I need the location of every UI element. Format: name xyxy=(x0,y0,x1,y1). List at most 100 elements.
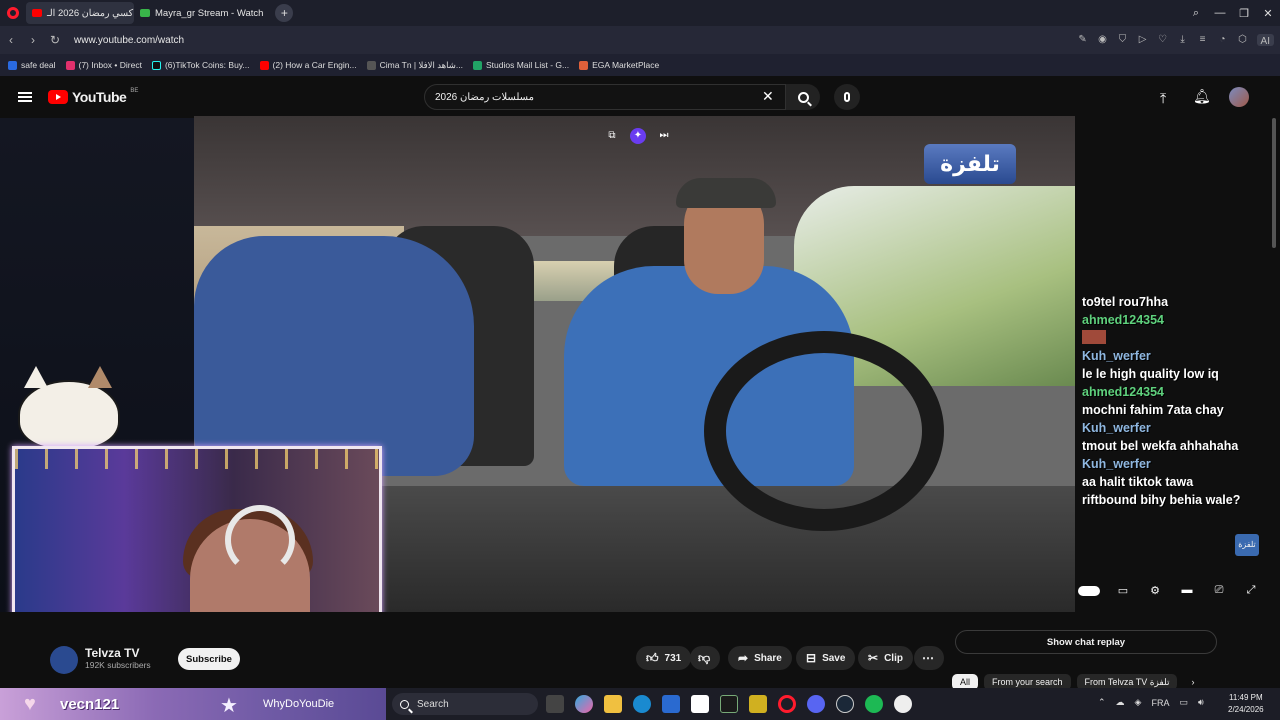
bookmark-item[interactable]: EGA MarketPlace xyxy=(579,60,659,70)
chevron-up-icon[interactable]: ⌃ xyxy=(1098,697,1106,708)
bookmark-label: EGA MarketPlace xyxy=(592,60,660,70)
bookmark-item[interactable]: safe deal xyxy=(8,60,56,70)
heart-icon: ♥ xyxy=(24,693,36,715)
display-icon[interactable]: ▭ xyxy=(1179,697,1188,708)
bookmark-item[interactable]: (7) Inbox • Direct xyxy=(65,60,142,70)
bookmark-item[interactable]: (2) How a Car Engin... xyxy=(259,60,357,70)
chat-username[interactable]: ahmed124354 xyxy=(1082,384,1262,400)
youtube-header: YouTube BE مسلسلات رمضان 2026 ✕ ⤒ 🔔︎ xyxy=(0,76,1280,118)
file-explorer-icon[interactable] xyxy=(604,695,622,713)
store-icon[interactable] xyxy=(662,695,680,713)
chat-username[interactable]: Kuh_werfer xyxy=(1082,456,1262,472)
autoplay-toggle[interactable] xyxy=(1078,586,1100,596)
task-view-icon[interactable] xyxy=(546,695,564,713)
spotify-icon[interactable] xyxy=(865,695,883,713)
dislike-button[interactable]: 👎︎ xyxy=(690,646,720,670)
bookmark-item[interactable]: Studios Mail List - G... xyxy=(472,60,569,70)
edge-icon[interactable] xyxy=(633,695,651,713)
skip-icon[interactable]: ⏭ xyxy=(656,128,672,144)
search-input[interactable]: مسلسلات رمضان 2026 xyxy=(424,84,786,110)
taskbar-clock[interactable]: 11:49 PM 2/24/2026 xyxy=(1228,692,1264,716)
more-actions-button[interactable]: ⋯ xyxy=(914,646,944,670)
ai-sparkle-icon[interactable]: ✦ xyxy=(630,128,646,144)
back-button[interactable]: ‹ xyxy=(0,33,22,47)
chat-username[interactable]: Kuh_werfer xyxy=(1082,348,1262,364)
download-icon[interactable]: ⤓ xyxy=(1177,34,1189,46)
menu-icon[interactable]: ≡ xyxy=(1197,34,1209,46)
camera-icon[interactable]: ◉ xyxy=(1097,34,1109,46)
like-button[interactable]: 👍︎ 731 xyxy=(636,646,692,670)
tray-app-icon[interactable]: ◈ xyxy=(1135,697,1142,708)
chat-message-text: riftbound bihy behia wale? xyxy=(1082,493,1241,507)
reload-button[interactable]: ↻ xyxy=(44,33,66,47)
opera-logo-icon[interactable] xyxy=(0,0,26,26)
youtube-wordmark: YouTube xyxy=(72,89,127,105)
app-icon[interactable] xyxy=(894,695,912,713)
ai-button[interactable]: AI xyxy=(1256,34,1274,47)
screen: تاكسي رمضان 2026 الـ Mayra_gr Stream - W… xyxy=(0,0,1280,720)
capcut-icon[interactable] xyxy=(691,695,709,713)
heart-icon[interactable]: ♡ xyxy=(1157,34,1169,46)
scissors-icon: ✂ xyxy=(868,651,879,665)
bookmark-icon: ⊟ xyxy=(806,651,817,665)
extensions-icon[interactable]: ⬡ xyxy=(1237,34,1249,46)
clear-search-icon[interactable]: ✕ xyxy=(762,88,774,105)
discord-icon[interactable] xyxy=(807,695,825,713)
fairy-lights xyxy=(15,449,379,469)
minimize-button[interactable]: — xyxy=(1208,0,1232,26)
tab-youtube[interactable]: تاكسي رمضان 2026 الـ xyxy=(26,2,134,24)
cloud-icon[interactable]: ☁ xyxy=(1116,697,1125,708)
language-indicator[interactable]: FRA xyxy=(1151,698,1169,708)
new-tab-button[interactable]: + xyxy=(275,4,294,22)
chat-message-text: aa halit tiktok tawa xyxy=(1082,475,1194,489)
channel-avatar[interactable] xyxy=(50,646,78,674)
hamburger-menu-icon[interactable] xyxy=(18,92,32,102)
app-icon[interactable] xyxy=(720,695,738,713)
bookmark-item[interactable]: (6)TikTok Coins: Buy... xyxy=(151,60,250,70)
show-chat-replay-button[interactable]: Show chat replay xyxy=(955,630,1217,654)
maximize-button[interactable]: ❐ xyxy=(1232,0,1256,26)
shield-icon[interactable]: ⛉ xyxy=(1117,34,1129,46)
volume-icon[interactable]: 🔊︎ xyxy=(1198,697,1204,708)
save-button[interactable]: ⊟ Save xyxy=(796,646,856,670)
upload-icon[interactable]: ⤒ xyxy=(1160,90,1166,107)
taskbar-apps xyxy=(546,695,912,713)
cast-icon[interactable]: ⎚ xyxy=(1210,584,1228,598)
edit-icon[interactable]: ✎ xyxy=(1077,34,1089,46)
youtube-logo[interactable]: YouTube BE xyxy=(48,88,138,105)
fullscreen-icon[interactable]: ⤢ xyxy=(1242,584,1260,598)
theater-mode-icon[interactable]: ▬ xyxy=(1178,584,1196,598)
app-icon[interactable] xyxy=(749,695,767,713)
search-tabs-icon[interactable]: ⌕ xyxy=(1184,0,1208,26)
play-icon[interactable]: ▷ xyxy=(1137,34,1149,46)
clip-button[interactable]: ✂ Clip xyxy=(858,646,913,670)
search-button[interactable] xyxy=(786,84,820,110)
star-icon: ★ xyxy=(220,695,238,717)
steam-icon[interactable] xyxy=(836,695,854,713)
settings-gear-icon[interactable]: ⚙ xyxy=(1146,584,1164,598)
opera-icon[interactable] xyxy=(778,695,796,713)
chat-message-text: le le high quality low iq xyxy=(1082,367,1219,381)
share-button[interactable]: ➦ Share xyxy=(728,646,792,670)
subscribe-button[interactable]: Subscribe xyxy=(178,648,240,670)
chat-username[interactable]: ahmed124354 xyxy=(1082,312,1262,328)
video-info-bar: Telvza TV 192K subscribers Subscribe 👍︎ … xyxy=(0,612,1280,690)
close-button[interactable]: ✕ xyxy=(1256,0,1280,26)
forward-button[interactable]: › xyxy=(22,33,44,47)
subtitles-icon[interactable]: ▭ xyxy=(1114,584,1132,598)
page-scrollbar[interactable] xyxy=(1270,118,1278,258)
chat-username[interactable]: Kuh_werfer xyxy=(1082,420,1262,436)
taskbar-search-input[interactable]: Search xyxy=(392,693,538,715)
notifications-bell-icon[interactable]: 🔔︎ xyxy=(1193,88,1211,105)
miniplayer-icon[interactable]: ⧉ xyxy=(604,128,620,144)
channel-name[interactable]: Telvza TV xyxy=(85,646,139,660)
copilot-icon[interactable] xyxy=(575,695,593,713)
save-label: Save xyxy=(822,652,846,664)
avatar[interactable] xyxy=(1229,87,1249,107)
tab-stream[interactable]: Mayra_gr Stream - Watch xyxy=(134,2,269,24)
bookmark-item[interactable]: Cima Tn | شاهد الافلا... xyxy=(366,60,463,71)
url-field[interactable]: www.youtube.com/watch xyxy=(74,35,1077,46)
bookmark-label: (7) Inbox • Direct xyxy=(78,60,142,70)
voice-search-button[interactable] xyxy=(834,84,860,110)
account-icon[interactable]: ◔ xyxy=(1217,34,1229,46)
